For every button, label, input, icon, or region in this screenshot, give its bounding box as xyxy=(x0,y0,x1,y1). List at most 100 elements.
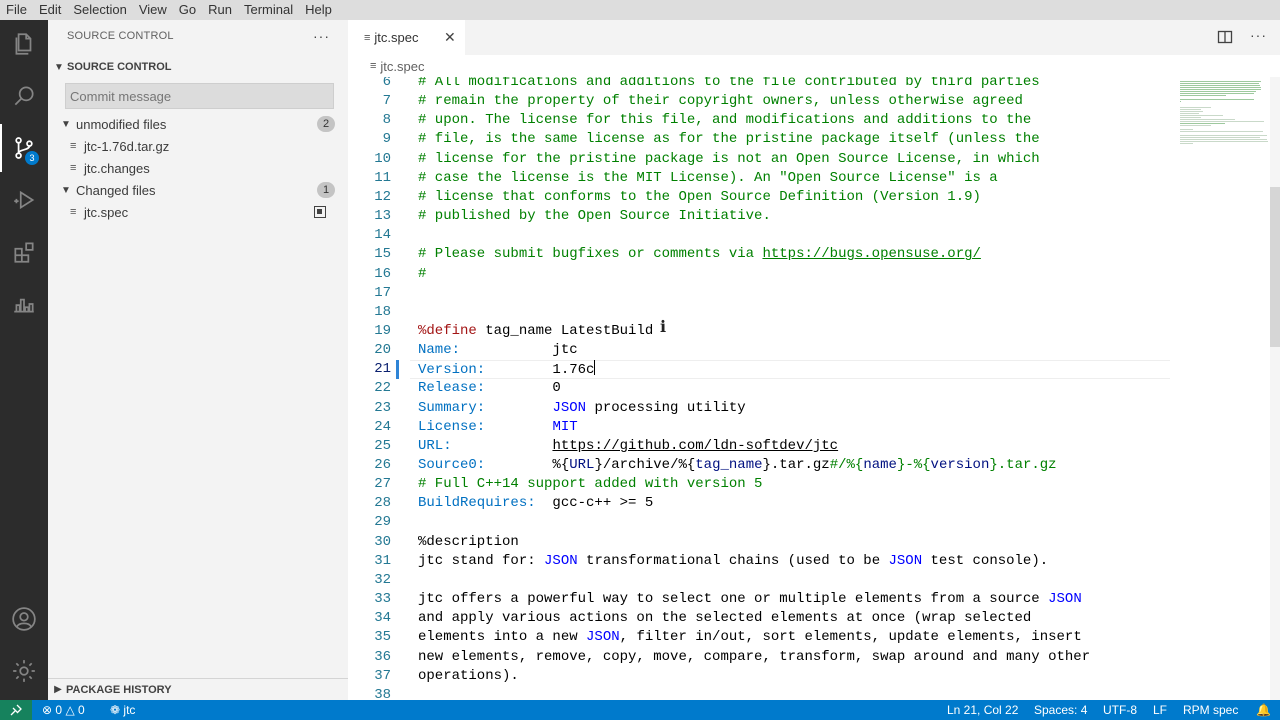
code-line[interactable]: 33 jtc offers a powerful way to select on… xyxy=(348,590,1170,609)
code-line[interactable]: 35 elements into a new JSON, filter in/ou… xyxy=(348,628,1170,647)
cursor-position-status[interactable]: Ln 21, Col 22 xyxy=(947,703,1018,717)
line-text: Source0: %{URL}/archive/%{tag_name}.tar.… xyxy=(418,457,1057,473)
file-name: jtc-1.76d.tar.gz xyxy=(84,138,170,154)
editor-more-actions-button[interactable]: ··· xyxy=(1250,27,1267,43)
file-lines-icon: ≡ xyxy=(70,162,77,174)
source-control-button[interactable]: 3 xyxy=(0,124,48,172)
code-line[interactable]: 38 xyxy=(348,686,1170,700)
minimap-line xyxy=(1180,121,1264,122)
editor-scrollbar[interactable] xyxy=(1270,77,1280,700)
file-item[interactable]: ≡ jtc.changes xyxy=(48,157,348,179)
minimap-line xyxy=(1180,143,1194,144)
group-unmodified-files[interactable]: ▼ unmodified files 2 xyxy=(48,113,348,135)
branch-status[interactable]: ❁ jtc xyxy=(110,703,135,717)
code-line[interactable]: 14 xyxy=(348,226,1170,245)
group-count-badge: 2 xyxy=(317,116,335,132)
line-number: 35 xyxy=(374,629,391,646)
accounts-button[interactable] xyxy=(0,595,48,643)
line-text: # Please submit bugfixes or comments via… xyxy=(418,246,981,263)
line-number: 27 xyxy=(374,476,391,493)
code-line[interactable]: 36 new elements, remove, copy, move, comp… xyxy=(348,648,1170,667)
code-line[interactable]: 31 jtc stand for: JSON transformational c… xyxy=(348,552,1170,571)
eol-status[interactable]: LF xyxy=(1153,703,1167,717)
notifications-bell-icon[interactable]: 🔔 xyxy=(1256,703,1271,717)
minimap-line xyxy=(1180,119,1235,120)
sidebar-more-actions-button[interactable]: ··· xyxy=(313,28,330,44)
code-line[interactable]: 16 # xyxy=(348,265,1170,284)
code-line[interactable]: 23 Summary: JSON processing utility xyxy=(348,399,1170,418)
minimap-line xyxy=(1180,131,1263,132)
code-line[interactable]: 15 # Please submit bugfixes or comments v… xyxy=(348,245,1170,264)
source-control-section-header[interactable]: ▼ SOURCE CONTROL xyxy=(48,56,348,78)
commit-message-input[interactable] xyxy=(65,83,334,109)
code-line[interactable]: 10 # license for the pristine package is … xyxy=(348,150,1170,169)
line-text: # file, is the same license as for the p… xyxy=(418,131,1040,148)
code-line[interactable]: 24 License: MIT xyxy=(348,418,1170,437)
problems-status[interactable]: ⊗ 0 △ 0 xyxy=(42,703,85,717)
code-line[interactable]: 8 # upon. The license for this file, and … xyxy=(348,111,1170,130)
remote-explorer-button[interactable] xyxy=(0,280,48,328)
stop-square-icon[interactable] xyxy=(314,206,326,218)
code-line[interactable]: 30 %description xyxy=(348,533,1170,552)
code-line[interactable]: 18 xyxy=(348,303,1170,322)
code-line[interactable]: 22 Release: 0 xyxy=(348,379,1170,398)
package-history-section-header[interactable]: ▶ PACKAGE HISTORY xyxy=(48,678,348,700)
code-line[interactable]: 12 # license that conforms to the Open So… xyxy=(348,188,1170,207)
file-lines-icon: ≡ xyxy=(70,140,77,152)
menu-terminal[interactable]: Terminal xyxy=(238,0,299,20)
code-line[interactable]: 37 operations). xyxy=(348,667,1170,686)
menu-help[interactable]: Help xyxy=(299,0,338,20)
code-line[interactable]: 13 # published by the Open Source Initiat… xyxy=(348,207,1170,226)
menu-run[interactable]: Run xyxy=(202,0,238,20)
code-line[interactable]: 32 xyxy=(348,571,1170,590)
split-editor-icon[interactable] xyxy=(1217,29,1233,45)
code-line[interactable]: 20 Name: jtc xyxy=(348,341,1170,360)
line-number: 15 xyxy=(374,246,391,263)
warning-triangle-icon: △ xyxy=(65,703,75,717)
language-mode-status[interactable]: RPM spec xyxy=(1183,703,1238,717)
encoding-status[interactable]: UTF-8 xyxy=(1103,703,1137,717)
source-control-section-title: SOURCE CONTROL xyxy=(67,61,172,73)
line-number: 22 xyxy=(374,380,391,397)
search-button[interactable] xyxy=(0,72,48,120)
code-line[interactable]: 17 xyxy=(348,284,1170,303)
menu-file[interactable]: File xyxy=(0,0,33,20)
code-line[interactable]: 27 # Full C++14 support added with versio… xyxy=(348,475,1170,494)
line-text: jtc offers a powerful way to select one … xyxy=(418,591,1082,608)
indentation-status[interactable]: Spaces: 4 xyxy=(1034,703,1087,717)
menu-view[interactable]: View xyxy=(133,0,173,20)
code-line[interactable]: 19 %define tag_name LatestBuild xyxy=(348,322,1170,341)
run-debug-button[interactable] xyxy=(0,176,48,224)
menu-go[interactable]: Go xyxy=(173,0,202,20)
code-line[interactable]: 29 xyxy=(348,513,1170,532)
code-line[interactable]: 34 and apply various actions on the selec… xyxy=(348,609,1170,628)
menu-selection[interactable]: Selection xyxy=(67,0,132,20)
extensions-button[interactable] xyxy=(0,228,48,276)
minimap[interactable] xyxy=(1170,77,1280,700)
code-editor[interactable]: 6 # All modifications and additions to th… xyxy=(348,77,1170,700)
tab-jtc-spec[interactable]: ≡ jtc.spec ✕ xyxy=(348,20,465,55)
code-line[interactable]: 25 URL: https://github.com/ldn-softdev/jt… xyxy=(348,437,1170,456)
file-item[interactable]: ≡ jtc-1.76d.tar.gz xyxy=(48,135,348,157)
minimap-line xyxy=(1180,113,1199,114)
explorer-button[interactable] xyxy=(0,20,48,68)
code-line[interactable]: 7 # remain the property of their copyrigh… xyxy=(348,92,1170,111)
line-text: # published by the Open Source Initiativ… xyxy=(418,208,771,225)
code-line[interactable]: 21 Version: 1.76c xyxy=(348,360,1170,379)
close-icon[interactable]: ✕ xyxy=(444,29,456,46)
line-number: 26 xyxy=(374,457,391,473)
breadcrumb-file[interactable]: jtc.spec xyxy=(380,59,424,74)
manage-button[interactable] xyxy=(0,647,48,695)
activity-bar: 3 xyxy=(0,20,48,700)
menu-edit[interactable]: Edit xyxy=(33,0,67,20)
code-line[interactable]: 26 Source0: %{URL}/archive/%{tag_name}.ta… xyxy=(348,456,1170,475)
group-changed-files[interactable]: ▼ Changed files 1 xyxy=(48,179,348,201)
code-line[interactable]: 11 # case the license is the MIT License)… xyxy=(348,169,1170,188)
code-line[interactable]: 6 # All modifications and additions to th… xyxy=(348,77,1170,92)
code-line[interactable]: 9 # file, is the same license as for the … xyxy=(348,130,1170,149)
minimap-line xyxy=(1180,93,1254,94)
file-item[interactable]: ≡ jtc.spec xyxy=(48,201,348,223)
editor-scrollbar-thumb[interactable] xyxy=(1270,187,1280,347)
remote-indicator-button[interactable] xyxy=(0,700,32,720)
code-line[interactable]: 28 BuildRequires: gcc-c++ >= 5 xyxy=(348,494,1170,513)
